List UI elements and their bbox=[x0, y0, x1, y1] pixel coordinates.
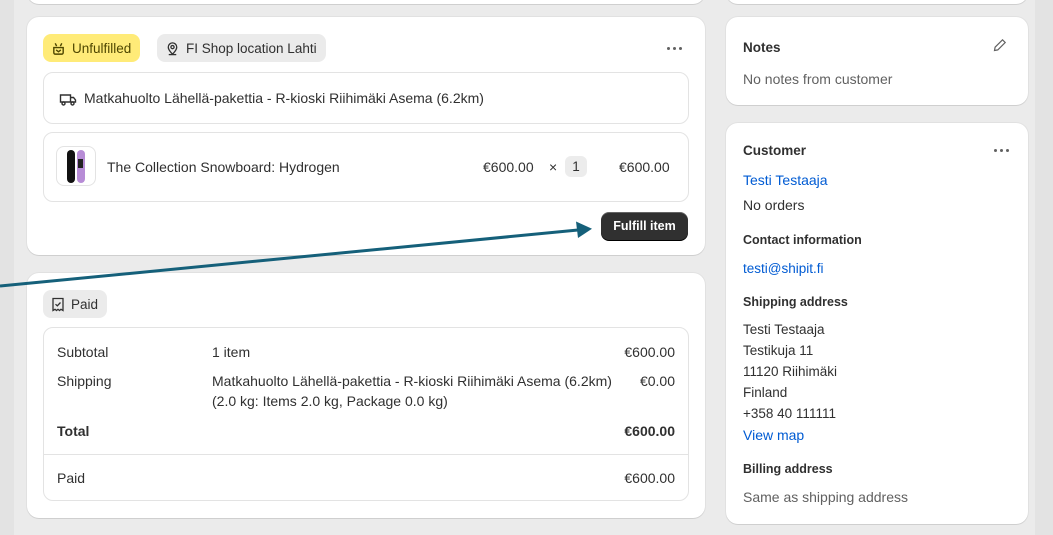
billing-address-heading: Billing address bbox=[743, 462, 833, 476]
location-label: FI Shop location Lahti bbox=[186, 40, 317, 56]
notes-text: No notes from customer bbox=[743, 71, 893, 87]
total-amount: €600.00 bbox=[624, 423, 675, 439]
truck-icon bbox=[59, 94, 77, 106]
line-item-box: The Collection Snowboard: Hydrogen €600.… bbox=[43, 132, 689, 202]
fulfill-item-label: Fulfill item bbox=[613, 219, 676, 233]
address-line: Finland bbox=[743, 385, 788, 400]
unit-price: €600.00 bbox=[483, 159, 534, 175]
right-background-strip bbox=[1035, 0, 1053, 535]
paid-row-label: Paid bbox=[57, 470, 86, 486]
line-total: €600.00 bbox=[619, 159, 670, 175]
shipping-desc: Matkahuolto Lähellä-pakettia - R-kioski … bbox=[212, 373, 612, 389]
customer-more-actions-icon[interactable] bbox=[994, 149, 1009, 152]
product-name[interactable]: The Collection Snowboard: Hydrogen bbox=[107, 159, 340, 175]
quantity-value: 1 bbox=[572, 159, 580, 174]
shipping-label: Shipping bbox=[57, 373, 112, 389]
previous-card-edge bbox=[27, 0, 705, 4]
address-line: Testi Testaaja bbox=[743, 322, 825, 337]
payment-divider bbox=[44, 454, 688, 455]
product-thumbnail bbox=[56, 146, 96, 186]
billing-address-text: Same as shipping address bbox=[743, 489, 908, 505]
total-label: Total bbox=[57, 423, 90, 439]
customer-card: Customer Testi Testaaja No orders Contac… bbox=[726, 123, 1028, 524]
paid-label: Paid bbox=[71, 296, 99, 312]
location-badge: FI Shop location Lahti bbox=[157, 34, 326, 62]
quantity-badge: 1 bbox=[565, 156, 587, 177]
paid-row-amount: €600.00 bbox=[624, 470, 675, 486]
unfulfilled-badge: Unfulfilled bbox=[43, 34, 141, 62]
fulfill-item-button[interactable]: Fulfill item bbox=[601, 212, 688, 240]
subtotal-label: Subtotal bbox=[57, 344, 109, 360]
view-map-link[interactable]: View map bbox=[743, 427, 804, 443]
location-pin-icon bbox=[167, 41, 178, 55]
shipping-address-heading: Shipping address bbox=[743, 295, 848, 309]
unfulfilled-icon bbox=[53, 42, 64, 55]
customer-name-link[interactable]: Testi Testaaja bbox=[743, 172, 828, 188]
contact-heading: Contact information bbox=[743, 233, 862, 247]
unfulfilled-label: Unfulfilled bbox=[72, 40, 132, 56]
receipt-icon bbox=[52, 297, 64, 312]
shipping-amount: €0.00 bbox=[639, 373, 675, 389]
payment-summary-box: Subtotal 1 item €600.00 Shipping Matkahu… bbox=[43, 327, 689, 501]
subtotal-amount: €600.00 bbox=[624, 344, 675, 360]
payment-card: Paid Subtotal 1 item €600.00 Shipping Ma… bbox=[27, 273, 705, 518]
previous-side-card-edge bbox=[726, 0, 1028, 4]
notes-card: Notes No notes from customer bbox=[726, 17, 1028, 105]
times-sign: × bbox=[549, 159, 558, 175]
notes-title: Notes bbox=[743, 40, 781, 55]
fulfillment-card: Unfulfilled FI Shop location Lahti Matka… bbox=[27, 17, 705, 255]
address-line: Testikuja 11 bbox=[743, 343, 814, 358]
address-line: +358 40 111111 bbox=[743, 406, 836, 421]
customer-title: Customer bbox=[743, 143, 807, 158]
paid-badge: Paid bbox=[43, 290, 108, 318]
shipping-method-text: Matkahuolto Lähellä-pakettia - R-kioski … bbox=[84, 90, 484, 106]
subtotal-desc: 1 item bbox=[212, 344, 251, 360]
fulfillment-more-actions-icon[interactable] bbox=[667, 47, 682, 50]
left-background-strip bbox=[0, 0, 14, 535]
customer-orders: No orders bbox=[743, 197, 805, 213]
shipping-weight: (2.0 kg: Items 2.0 kg, Package 0.0 kg) bbox=[212, 393, 448, 409]
shipping-method-box: Matkahuolto Lähellä-pakettia - R-kioski … bbox=[43, 72, 689, 124]
customer-email-link[interactable]: testi@shipit.fi bbox=[743, 261, 823, 276]
pencil-icon[interactable] bbox=[993, 38, 1007, 52]
address-line: 11120 Riihimäki bbox=[743, 364, 838, 379]
